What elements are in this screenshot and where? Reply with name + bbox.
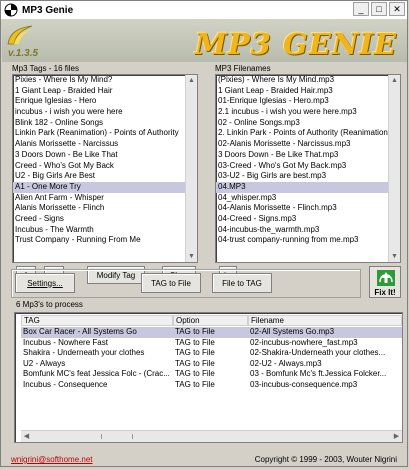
- tag-list-item[interactable]: Pixies - Where Is My Mind?: [13, 75, 197, 86]
- maximize-button[interactable]: □: [371, 2, 387, 16]
- cell-filename: 02-U2 - Always.mp3: [250, 358, 322, 368]
- tag-list-item[interactable]: Linkin Park (Reanimation) - Points of Au…: [13, 128, 197, 139]
- tag-list-item[interactable]: Alien Ant Farm - Whisper: [13, 193, 197, 204]
- cell-filename: 02-Shakira-Underneath your clothes...: [250, 348, 386, 357]
- table-row[interactable]: U2 - Always TAG to File 02-U2 - Always.mp3: [21, 359, 402, 370]
- tag-list-item[interactable]: Enrique Iglesias - Hero: [13, 96, 197, 107]
- filename-list-item[interactable]: 04-Alanis Morissette - Flinch.mp3: [216, 203, 400, 214]
- cell-filename: 02-All Systems Go.mp3: [250, 327, 335, 336]
- tag-list-item[interactable]: Creed - Signs: [13, 214, 197, 225]
- table-row[interactable]: Incubus - Consequence TAG to File 03-incub…: [21, 380, 402, 391]
- logo-icon: [7, 25, 33, 45]
- table-row[interactable]: Incubus - Nowhere Fast TAG to File 02-incu…: [21, 338, 402, 349]
- cell-filename: 03 - Bomfunk Mc's ft.Jessica Folcker...: [250, 369, 387, 378]
- tag-list-item[interactable]: Creed - Who's Got My Back: [13, 161, 197, 172]
- cell-tag: Bomfunk MC's feat Jessica Folc - (Crac..…: [23, 369, 170, 378]
- scroll-left-icon[interactable]: ◀: [21, 431, 32, 442]
- cell-option: TAG to File: [175, 348, 215, 357]
- cell-option: TAG to File: [175, 369, 215, 378]
- tag-list-item[interactable]: U2 - Big Girls Are Best: [13, 171, 197, 182]
- scroll-down-icon[interactable]: ▼: [186, 251, 197, 262]
- app-icon: [4, 3, 18, 17]
- cell-filename: 03-incubus-consequence.mp3: [250, 379, 358, 389]
- filename-list-item[interactable]: 04-Creed - Signs.mp3: [216, 214, 400, 225]
- filename-list-item[interactable]: 04-trust company-running from me.mp3: [216, 235, 400, 246]
- recycle-icon: [377, 270, 395, 286]
- filename-list-item[interactable]: 04_whisper.mp3: [216, 193, 400, 204]
- scroll-thumb[interactable]: [101, 434, 133, 439]
- filename-list-item[interactable]: 03-U2 - Big Girls are best.mp3: [216, 171, 400, 182]
- email-link[interactable]: wnigrini@softhome.net: [11, 455, 93, 464]
- column-header-option[interactable]: Option: [173, 315, 248, 326]
- fix-it-button[interactable]: Fix It!: [369, 266, 401, 298]
- copyright-text: Copyright © 1999 - 2003, Wouter Nigrini: [254, 455, 397, 464]
- cell-option: TAG to File: [175, 358, 215, 368]
- minimize-button[interactable]: _: [353, 2, 369, 16]
- tags-listbox[interactable]: Pixies - Where Is My Mind? 1 Giant Leap -…: [12, 74, 198, 263]
- filename-list-item[interactable]: 01-Enrique Iglesias - Hero.mp3: [216, 96, 400, 107]
- app-window: MP3 Genie _ □ ✕ v.1.3.5 MP3 GENIE Mp3 Ta…: [0, 0, 408, 467]
- tag-list-item[interactable]: Trust Company - Running From Me: [13, 235, 197, 246]
- column-header-filename[interactable]: Filename: [248, 315, 402, 326]
- table-row[interactable]: Box Car Racer - All Systems Go TAG to Fil…: [21, 327, 402, 338]
- cell-tag: Incubus - Consequence: [23, 379, 108, 389]
- column-header-tag[interactable]: TAG: [21, 315, 173, 326]
- filename-list-item[interactable]: 2. Linkin Park - Points of Authority (Re…: [216, 128, 400, 139]
- table-row[interactable]: Bomfunk MC's feat Jessica Folc - (Crac..…: [21, 369, 402, 380]
- process-table[interactable]: TAG Option Filename Box Car Racer - All …: [14, 312, 403, 443]
- settings-button[interactable]: Settings...: [15, 273, 75, 293]
- file-to-tag-button[interactable]: File to TAG: [212, 273, 272, 293]
- cell-tag: Box Car Racer - All Systems Go: [23, 327, 137, 336]
- version-label: v.1.3.5: [8, 48, 39, 59]
- tag-list-item[interactable]: Blink 182 - Online Songs: [13, 118, 197, 129]
- scroll-up-icon[interactable]: ▲: [389, 75, 400, 86]
- files-listbox[interactable]: (Pixies) - Where Is My Mind.mp3 1 Giant L…: [215, 74, 401, 263]
- window-title: MP3 Genie: [22, 4, 74, 16]
- files-scrollbar[interactable]: ▲ ▼: [388, 75, 400, 262]
- tag-list-item[interactable]: A1 - One More Try: [13, 181, 197, 193]
- tag-list-item[interactable]: Incubus - The Warmth: [13, 225, 197, 236]
- cell-tag: Incubus - Nowhere Fast: [23, 337, 108, 347]
- table-header: TAG Option Filename: [21, 315, 402, 326]
- cell-tag: U2 - Always: [23, 358, 66, 368]
- tag-list-item[interactable]: Alanis Morissette - Flinch: [13, 203, 197, 214]
- filename-list-item[interactable]: 2.1 incubus - i wish you were here.mp3: [216, 107, 400, 118]
- tag-list-item[interactable]: incubus - i wish you were here: [13, 107, 197, 118]
- tags-scrollbar[interactable]: ▲ ▼: [185, 75, 197, 262]
- process-panel-label: 6 Mp3's to process: [16, 300, 83, 309]
- filename-list-item[interactable]: 04.MP3: [216, 181, 400, 193]
- files-panel-label: MP3 Filenames: [215, 64, 271, 73]
- filename-list-item[interactable]: 3 Doors Down - Be Like That.mp3: [216, 150, 400, 161]
- tag-list-item[interactable]: 3 Doors Down - Be Like That: [13, 150, 197, 161]
- filename-list-item[interactable]: (Pixies) - Where Is My Mind.mp3: [216, 75, 400, 86]
- tag-list-item[interactable]: 1 Giant Leap - Braided Hair: [13, 86, 197, 97]
- banner: v.1.3.5 MP3 GENIE: [2, 20, 407, 62]
- filename-list-item[interactable]: 04-incubus-the_warmth.mp3: [216, 225, 400, 236]
- tags-panel-label: Mp3 Tags - 16 files: [12, 64, 79, 73]
- title-bar[interactable]: MP3 Genie _ □ ✕: [1, 1, 407, 19]
- banner-title: MP3 GENIE: [194, 27, 397, 61]
- close-button[interactable]: ✕: [389, 2, 405, 16]
- filename-list-item[interactable]: 02-Alanis Morissette - Narcissus.mp3: [216, 139, 400, 150]
- cell-option: TAG to File: [175, 327, 215, 336]
- tag-list-item[interactable]: Alanis Morissette - Narcissus: [13, 139, 197, 150]
- cell-filename: 02-incubus-nowhere_fast.mp3: [250, 337, 358, 347]
- filename-list-item[interactable]: 1 Giant Leap - Braided Hair.mp3: [216, 86, 400, 97]
- cell-option: TAG to File: [175, 379, 215, 389]
- filename-list-item[interactable]: 03-Creed - Who's Got My Back.mp3: [216, 161, 400, 172]
- tag-to-file-button[interactable]: TAG to File: [141, 273, 201, 293]
- cell-option: TAG to File: [175, 337, 215, 347]
- table-row[interactable]: Shakira - Underneath your clothes TAG to …: [21, 348, 402, 359]
- filename-list-item[interactable]: 02 - Online Songs.mp3: [216, 118, 400, 129]
- scroll-down-icon[interactable]: ▼: [389, 251, 400, 262]
- scroll-up-icon[interactable]: ▲: [186, 75, 197, 86]
- cell-tag: Shakira - Underneath your clothes: [23, 348, 145, 357]
- scroll-right-icon[interactable]: ▶: [391, 431, 402, 442]
- table-hscrollbar[interactable]: ◀ ▶: [21, 430, 402, 442]
- settings-label: Settings...: [27, 278, 63, 288]
- fix-it-label: Fix It!: [374, 288, 396, 297]
